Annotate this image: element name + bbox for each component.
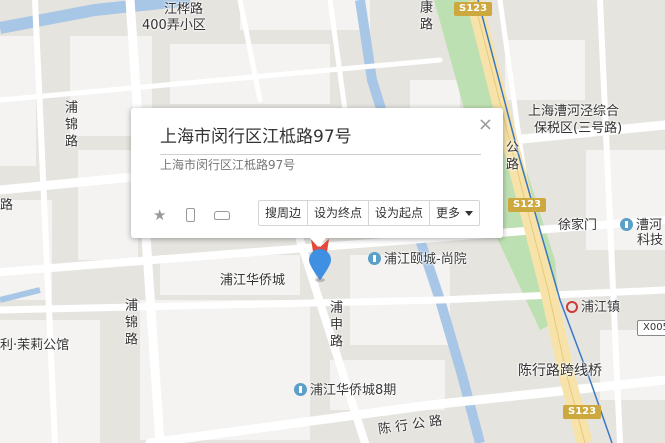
info-subtitle: 上海市闵行区江柢路97号	[160, 158, 296, 172]
poi-icon	[368, 252, 381, 265]
star-icon[interactable]: ★	[153, 206, 166, 224]
label-pujiang-yicheng: 浦江颐城-尚院	[368, 252, 467, 267]
shield-s123-bottom: S123	[563, 405, 602, 419]
info-action-buttons: 搜周边 设为终点 设为起点 更多	[258, 200, 481, 226]
info-window: 上海市闵行区江柢路97号 × 上海市闵行区江柢路97号 ★ 搜周边 设为终点 设…	[131, 108, 503, 247]
label-lili-apartment: 利·茉莉公馆	[0, 338, 70, 353]
label-pujiang-huaqiao-8: 浦江华侨城8期	[294, 383, 396, 398]
shield-s123-top: S123	[454, 2, 493, 16]
poi-icon	[620, 218, 633, 231]
search-nearby-button[interactable]: 搜周边	[259, 201, 309, 225]
label-bonded-zone-2: 保税区(三号路)	[534, 121, 623, 136]
label-kang-road: 康路	[417, 0, 432, 34]
label-caohe-2: 科技	[637, 233, 664, 248]
more-button[interactable]: 更多	[430, 201, 479, 225]
shield-x005: X005	[637, 320, 665, 336]
set-origin-button[interactable]: 设为起点	[369, 201, 431, 225]
label-caohe-1: 漕河	[620, 218, 662, 233]
label-gong-road: 公路	[503, 140, 518, 174]
label-lane400: 400弄小区	[142, 18, 206, 33]
info-tool-icons: ★	[153, 205, 244, 224]
phone-icon[interactable]	[185, 206, 195, 224]
label-xujiamen: 徐家门	[558, 218, 598, 233]
label-jianghua-road: 江桦路	[164, 2, 204, 17]
label-pujiang-huaqiao: 浦江华侨城	[220, 273, 286, 288]
set-destination-button[interactable]: 设为终点	[308, 201, 370, 225]
shield-s123-mid: S123	[508, 198, 547, 212]
info-title: 上海市闵行区江柢路97号	[160, 122, 481, 155]
poi-icon	[294, 383, 307, 396]
label-bonded-zone-1: 上海漕河泾综合	[528, 104, 620, 119]
label-pujiang-town: 浦江镇	[566, 300, 620, 315]
car-icon[interactable]	[213, 206, 230, 224]
label-pushen-road: 浦申路	[327, 300, 342, 351]
close-icon[interactable]: ×	[478, 114, 493, 135]
metro-icon	[566, 301, 578, 313]
label-chenhang-bridge: 陈行路跨线桥	[518, 363, 602, 379]
label-pujin-road-north: 浦锦路	[62, 100, 77, 151]
info-window-tail	[309, 237, 327, 247]
chevron-down-icon	[465, 211, 474, 216]
label-road-fragment: 路	[0, 198, 14, 213]
label-pujin-road-south: 浦锦路	[122, 298, 137, 349]
